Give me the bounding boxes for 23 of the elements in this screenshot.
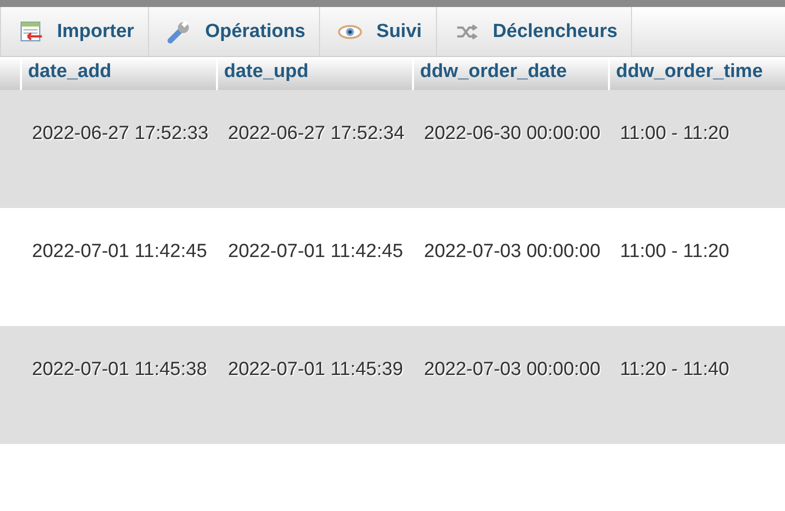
table-cell-text: 11:00 - 11:20 (619, 240, 730, 264)
tab[interactable]: Importer (0, 7, 150, 56)
wrench-icon (167, 20, 192, 44)
table-cell: 2022-07-03 00:00:00 (412, 326, 608, 444)
table-cell-text: 2022-07-01 11:42:45 (31, 240, 208, 264)
column-header[interactable]: date_add (20, 57, 216, 90)
column-header[interactable]: date_upd (216, 57, 412, 90)
table-cell-text: 2022-07-03 00:00:00 (423, 240, 602, 264)
table-cell: 2022-06-27 17:52:34 (216, 90, 412, 208)
column-header (0, 57, 20, 90)
table-cell: 2022-07-01 11:45:38 (20, 326, 216, 444)
column-header[interactable]: ddw_order_time (608, 57, 785, 90)
table-cell: 11:20 - 11:40 (608, 326, 785, 444)
table-cell-text: 2022-07-01 11:42:45 (227, 240, 404, 264)
table-cell: 2022-07-01 11:45:39 (216, 326, 412, 444)
table-cell: 11:00 - 11:20 (608, 90, 785, 208)
table-cell: 2022-06-27 17:52:33 (20, 90, 216, 208)
column-header[interactable]: ddw_order_date (412, 57, 608, 90)
table-import-icon (19, 20, 43, 44)
tab[interactable]: Suivi (320, 7, 437, 56)
table-cell: 2022-06-30 00:00:00 (412, 90, 608, 208)
tab[interactable]: Opérations (149, 7, 320, 56)
tab[interactable]: Déclencheurs (436, 7, 632, 56)
